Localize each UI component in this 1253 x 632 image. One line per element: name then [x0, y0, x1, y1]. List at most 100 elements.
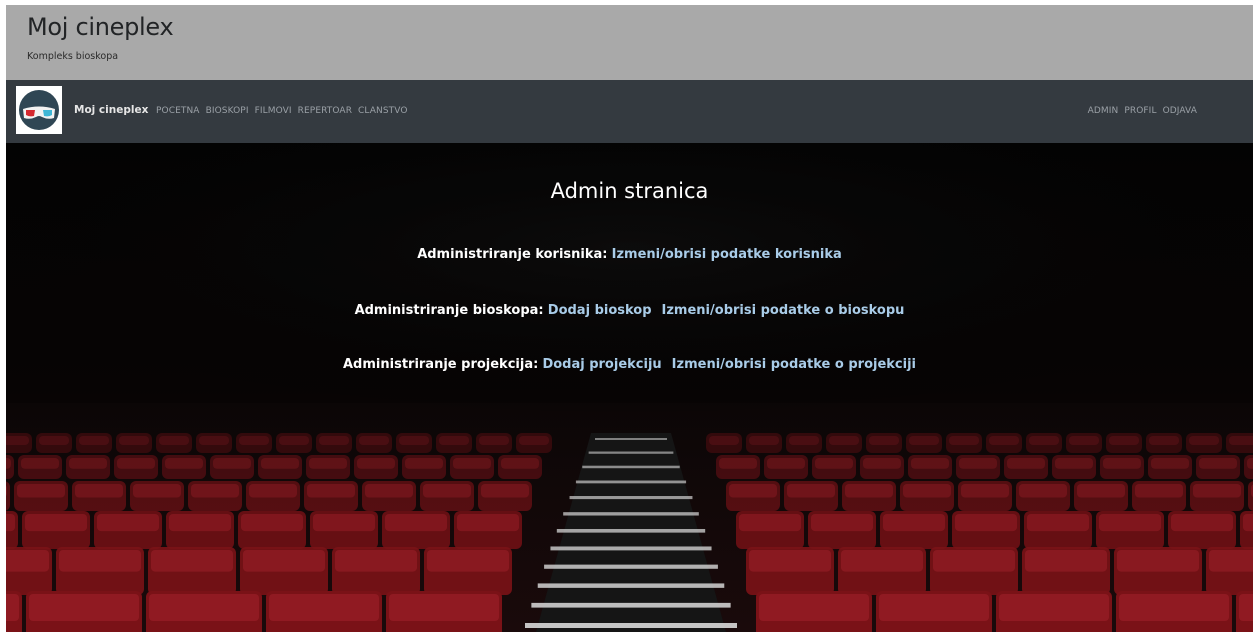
- stair-step: [595, 438, 667, 440]
- add-screening-link[interactable]: Dodaj projekciju: [542, 357, 661, 372]
- seat-highlight: [149, 594, 259, 621]
- seat-highlight: [241, 514, 303, 532]
- site-subtitle: Kompleks bioskopa: [27, 51, 119, 62]
- admin-users-label: Administriranje korisnika:: [417, 247, 608, 262]
- seat-highlight: [989, 436, 1019, 445]
- seat-highlight: [261, 458, 299, 469]
- navbar-brand[interactable]: Moj cineplex: [16, 86, 148, 134]
- edit-screening-link[interactable]: Izmeni/obrisi podatke o projekciji: [672, 357, 916, 372]
- seat-highlight: [359, 436, 389, 445]
- nav-link-repertoar[interactable]: REPERTOAR: [298, 106, 352, 116]
- seat-highlight: [1189, 436, 1219, 445]
- seat-highlight: [385, 514, 447, 532]
- seat-highlight: [767, 458, 805, 469]
- seat-highlight: [1117, 550, 1199, 572]
- seat-highlight: [307, 484, 355, 498]
- seat-highlight: [427, 550, 509, 572]
- admin-screenings-label: Administriranje projekcija:: [343, 357, 539, 372]
- seat-highlight: [399, 436, 429, 445]
- seat-highlight: [999, 594, 1109, 621]
- add-cinema-link[interactable]: Dodaj bioskop: [548, 303, 652, 318]
- seat-highlight: [479, 436, 509, 445]
- site-title: Moj cineplex: [27, 13, 174, 41]
- stair-step: [556, 528, 706, 533]
- seat-highlight: [1109, 436, 1139, 445]
- seat-highlight: [501, 458, 539, 469]
- seat-highlight: [439, 436, 469, 445]
- seat-highlight: [787, 484, 835, 498]
- seat-highlight: [903, 484, 951, 498]
- seat-highlight: [749, 436, 779, 445]
- seat-highlight: [845, 484, 893, 498]
- 3d-glasses-icon[interactable]: [16, 86, 62, 134]
- seat-highlight: [79, 436, 109, 445]
- seat-highlight: [199, 436, 229, 445]
- seat-highlight: [1025, 550, 1107, 572]
- seat-highlight: [75, 484, 123, 498]
- seat-highlight: [1209, 550, 1253, 572]
- nav-link-profil[interactable]: PROFIL: [1124, 106, 1156, 116]
- seat-highlight: [159, 436, 189, 445]
- nav-link-filmovi[interactable]: FILMOVI: [255, 106, 292, 116]
- seat-highlight: [933, 550, 1015, 572]
- stair-step: [544, 564, 718, 569]
- seat-highlight: [955, 514, 1017, 532]
- navbar: Moj cineplex POCETNA BIOSKOPI FILMOVI RE…: [6, 80, 1253, 143]
- seat-highlight: [6, 514, 15, 532]
- seat-highlight: [239, 436, 269, 445]
- seat-highlight: [1243, 514, 1253, 532]
- nav-link-odjava[interactable]: ODJAVA: [1163, 106, 1197, 116]
- seat-highlight: [457, 514, 519, 532]
- brand-name[interactable]: Moj cineplex: [74, 104, 148, 116]
- seat-highlight: [213, 458, 251, 469]
- seat-highlight: [1019, 484, 1067, 498]
- stair-step: [537, 583, 725, 588]
- nav-link-bioskopi[interactable]: BIOSKOPI: [206, 106, 249, 116]
- seat-highlight: [6, 594, 19, 621]
- nav-link-admin[interactable]: ADMIN: [1088, 106, 1119, 116]
- edit-cinema-link[interactable]: Izmeni/obrisi podatke o bioskopu: [662, 303, 905, 318]
- stair-step: [531, 602, 731, 608]
- seat-highlight: [17, 484, 65, 498]
- seat-highlight: [863, 458, 901, 469]
- seat-highlight: [59, 550, 141, 572]
- seat-highlight: [1099, 514, 1161, 532]
- seat-highlight: [729, 484, 777, 498]
- nav-link-pocetna[interactable]: POCETNA: [156, 106, 200, 116]
- seat-highlight: [1007, 458, 1045, 469]
- nav-links-right: ADMIN PROFIL ODJAVA: [1088, 106, 1197, 116]
- seat-highlight: [117, 458, 155, 469]
- seat-highlight: [1029, 436, 1059, 445]
- seat-highlight: [313, 514, 375, 532]
- seat-highlight: [829, 436, 859, 445]
- seat-highlight: [1077, 484, 1125, 498]
- seat-highlight: [1151, 458, 1189, 469]
- seat-highlight: [789, 436, 819, 445]
- edit-users-link[interactable]: Izmeni/obrisi podatke korisnika: [612, 247, 842, 262]
- seat-highlight: [151, 550, 233, 572]
- stair-step: [525, 623, 737, 628]
- seat-highlight: [365, 484, 413, 498]
- seat-highlight: [6, 550, 49, 572]
- seat-highlight: [191, 484, 239, 498]
- seat-highlight: [749, 550, 831, 572]
- seat-highlight: [309, 458, 347, 469]
- seat-highlight: [405, 458, 443, 469]
- seat-highlight: [841, 550, 923, 572]
- seat-highlight: [1055, 458, 1093, 469]
- seat: [6, 481, 10, 511]
- seat-highlight: [719, 458, 757, 469]
- stair-step: [563, 512, 699, 516]
- seat-highlight: [1229, 436, 1253, 445]
- seat-highlight: [961, 484, 1009, 498]
- page-frame: Moj cineplex Kompleks bioskopa Moj cinep…: [6, 5, 1253, 632]
- seat-highlight: [25, 514, 87, 532]
- seat-highlight: [319, 436, 349, 445]
- nav-link-clanstvo[interactable]: CLANSTVO: [358, 106, 408, 116]
- seat-highlight: [453, 458, 491, 469]
- stair-step: [588, 451, 674, 454]
- seat-highlight: [269, 594, 379, 621]
- seat-highlight: [6, 436, 29, 445]
- seat-highlight: [69, 458, 107, 469]
- admin-screenings-row: Administriranje projekcija: Dodaj projek…: [6, 357, 1253, 372]
